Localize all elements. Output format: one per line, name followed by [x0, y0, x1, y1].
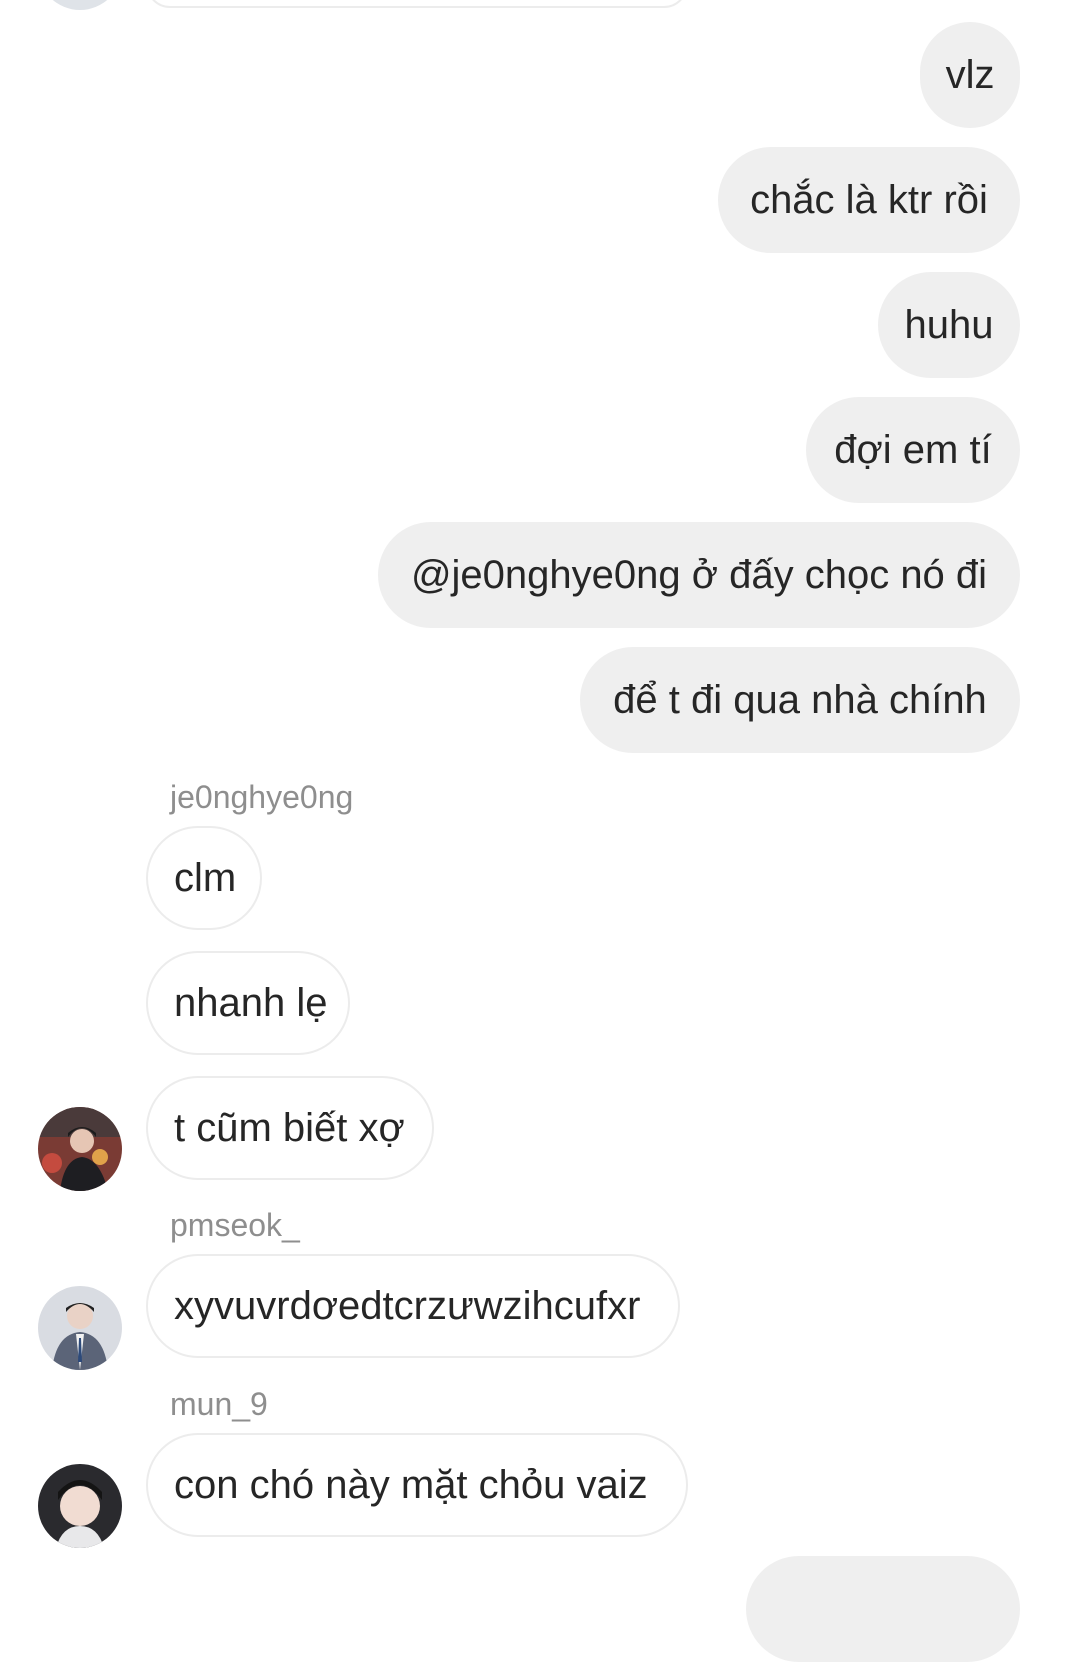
message-text: con chó này mặt chỏu vaiz [174, 1463, 648, 1507]
message-text: t cũm biết xợ [174, 1106, 405, 1150]
message-text: vlz [945, 53, 995, 97]
message-text: xyvuvrdơedtcrzưwzihcufxr [174, 1284, 641, 1328]
message-text: clm [174, 856, 237, 900]
avatar-image [38, 1286, 122, 1370]
incoming-message-bubble[interactable]: con chó này mặt chỏu vaiz [146, 1433, 688, 1537]
message-bubble-partial[interactable] [146, 0, 688, 8]
sender-username[interactable]: mun_9 [170, 1388, 268, 1420]
outgoing-message-bubble[interactable]: để t đi qua nhà chính [580, 647, 1020, 753]
user-avatar[interactable] [38, 1107, 122, 1191]
outgoing-message-bubble[interactable]: huhu [878, 272, 1020, 378]
outgoing-message-bubble-partial[interactable] [746, 1556, 1020, 1662]
sender-username[interactable]: pmseok_ [170, 1209, 300, 1241]
avatar-partial[interactable] [38, 0, 122, 10]
message-text: huhu [904, 303, 994, 347]
incoming-message-bubble[interactable]: t cũm biết xợ [146, 1076, 434, 1180]
message-text: đợi em tí [834, 428, 992, 472]
message-text: @je0nghye0ng ở đấy chọc nó đi [410, 553, 988, 597]
outgoing-message-bubble[interactable]: chắc là ktr rồi [718, 147, 1020, 253]
message-text: để t đi qua nhà chính [613, 678, 987, 722]
incoming-message-bubble[interactable]: nhanh lẹ [146, 951, 350, 1055]
incoming-message-bubble[interactable]: xyvuvrdơedtcrzưwzihcufxr [146, 1254, 680, 1358]
message-text: nhanh lẹ [174, 981, 328, 1025]
outgoing-message-bubble[interactable]: đợi em tí [806, 397, 1020, 503]
incoming-message-bubble[interactable]: clm [146, 826, 262, 930]
outgoing-message-bubble[interactable]: @je0nghye0ng ở đấy chọc nó đi [378, 522, 1020, 628]
outgoing-message-bubble[interactable]: vlz [920, 22, 1020, 128]
user-avatar[interactable] [38, 1464, 122, 1548]
sender-username[interactable]: je0nghye0ng [170, 781, 353, 813]
avatar-image [38, 1464, 122, 1548]
message-text: chắc là ktr rồi [750, 178, 988, 222]
user-avatar[interactable] [38, 1286, 122, 1370]
avatar-image [38, 1107, 122, 1191]
